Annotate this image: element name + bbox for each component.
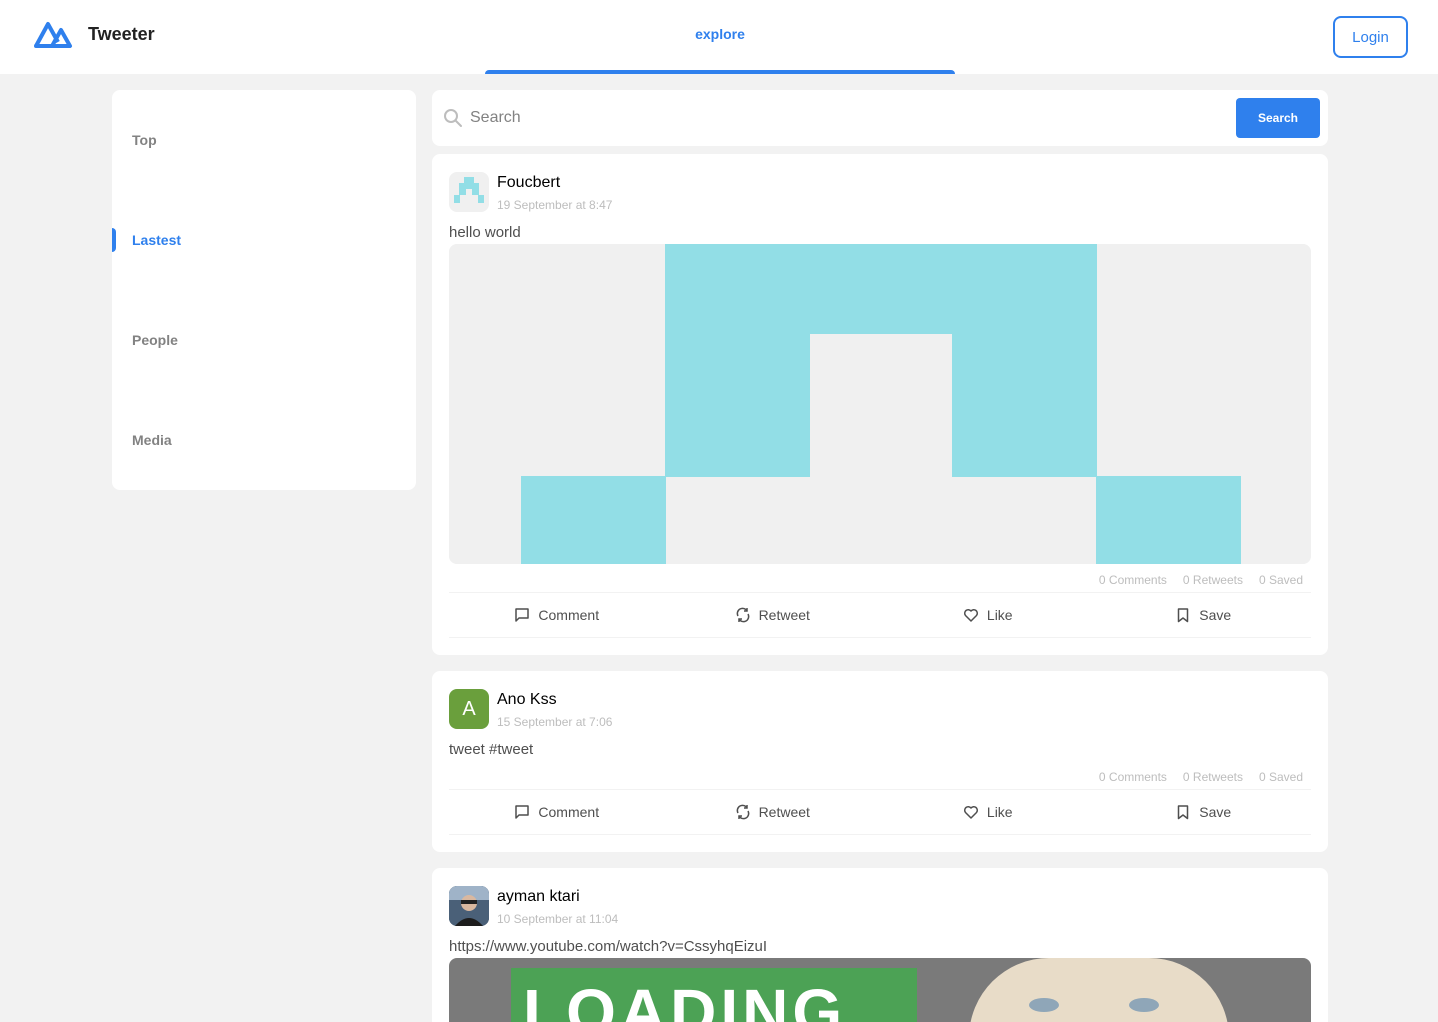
- bookmark-icon: [1178, 608, 1189, 623]
- avatar[interactable]: [449, 172, 489, 212]
- save-label: Save: [1199, 804, 1232, 820]
- like-button[interactable]: Like: [880, 593, 1096, 637]
- post-author[interactable]: ayman ktari: [497, 888, 580, 906]
- brand-logo[interactable]: Tweeter: [32, 18, 155, 50]
- comments-count: 0 Comments: [1098, 573, 1167, 587]
- post-image[interactable]: [449, 244, 1311, 564]
- filter-sidebar: Top Lastest People Media: [112, 90, 416, 490]
- search-bar: Search: [432, 90, 1328, 146]
- sidebar-item-media[interactable]: Media: [132, 432, 172, 448]
- tweet-card: Foucbert 19 September at 8:47 hello worl…: [432, 154, 1328, 655]
- post-date: 10 September at 11:04: [497, 912, 619, 926]
- sidebar-item-latest[interactable]: Lastest: [132, 232, 181, 248]
- post-text: tweet #tweet: [449, 741, 534, 758]
- like-label: Like: [986, 607, 1013, 623]
- comment-button[interactable]: Comment: [449, 593, 665, 637]
- save-label: Save: [1199, 607, 1232, 623]
- post-actions: Comment Retweet Like Save: [449, 593, 1311, 637]
- saved-count: 0 Saved: [1258, 770, 1303, 784]
- comment-label: Comment: [538, 804, 600, 820]
- user-photo-icon: [449, 886, 489, 926]
- post-date: 19 September at 8:47: [497, 198, 613, 212]
- avatar-letter: A: [462, 697, 476, 720]
- post-date: 15 September at 7:06: [497, 715, 613, 729]
- comments-count: 0 Comments: [1098, 770, 1167, 784]
- thumbnail-person: [969, 958, 1229, 1022]
- nav-tab-explore[interactable]: explore: [485, 0, 955, 74]
- top-header: Tweeter explore Login: [0, 0, 1438, 74]
- bookmark-icon: [1178, 805, 1189, 820]
- thumbnail-banner: LOADING: [511, 968, 917, 1022]
- post-actions: Comment Retweet Like Save: [449, 790, 1311, 834]
- retweet-icon: [736, 804, 749, 820]
- tweeter-logo-icon: [34, 22, 72, 48]
- like-button[interactable]: Like: [880, 790, 1096, 834]
- post-stats: 0 Comments 0 Retweets 0 Saved: [1099, 573, 1303, 587]
- heart-icon: [963, 805, 978, 819]
- comment-icon: [515, 608, 530, 622]
- divider: [449, 834, 1311, 835]
- save-button[interactable]: Save: [1096, 790, 1312, 834]
- post-video-thumbnail[interactable]: LOADING: [449, 958, 1311, 1022]
- identicon-avatar-icon: [454, 177, 484, 203]
- post-stats: 0 Comments 0 Retweets 0 Saved: [1099, 770, 1303, 784]
- heart-icon: [963, 608, 978, 622]
- retweet-button[interactable]: Retweet: [665, 790, 881, 834]
- thumbnail-caption: LOADING: [523, 976, 847, 1022]
- sidebar-item-top[interactable]: Top: [132, 132, 157, 148]
- saved-count: 0 Saved: [1258, 573, 1303, 587]
- login-button[interactable]: Login: [1333, 16, 1408, 58]
- sidebar-active-marker: [112, 228, 116, 252]
- avatar[interactable]: A: [449, 689, 489, 729]
- comment-label: Comment: [538, 607, 600, 623]
- avatar[interactable]: [449, 886, 489, 926]
- nav-tab-explore-label: explore: [695, 26, 745, 42]
- comment-button[interactable]: Comment: [449, 790, 665, 834]
- nav-active-indicator: [485, 70, 955, 74]
- post-text: hello world: [449, 224, 521, 241]
- post-author[interactable]: Ano Kss: [497, 691, 557, 709]
- retweets-count: 0 Retweets: [1182, 573, 1243, 587]
- tweet-card: A Ano Kss 15 September at 7:06 tweet #tw…: [432, 671, 1328, 852]
- search-button[interactable]: Search: [1236, 98, 1320, 138]
- post-author[interactable]: Foucbert: [497, 174, 560, 192]
- sidebar-item-people[interactable]: People: [132, 332, 178, 348]
- post-text[interactable]: https://www.youtube.com/watch?v=CssyhqEi…: [449, 938, 767, 955]
- search-input[interactable]: [470, 104, 1210, 132]
- retweet-icon: [736, 607, 749, 623]
- retweet-button[interactable]: Retweet: [665, 593, 881, 637]
- retweet-label: Retweet: [758, 607, 810, 623]
- retweets-count: 0 Retweets: [1182, 770, 1243, 784]
- brand-name: Tweeter: [88, 23, 155, 44]
- identicon-image: [449, 244, 1311, 564]
- save-button[interactable]: Save: [1096, 593, 1312, 637]
- like-label: Like: [986, 804, 1013, 820]
- comment-icon: [515, 805, 530, 819]
- tweet-card: ayman ktari 10 September at 11:04 https:…: [432, 868, 1328, 1022]
- divider: [449, 637, 1311, 638]
- retweet-label: Retweet: [758, 804, 810, 820]
- search-icon: [444, 109, 462, 127]
